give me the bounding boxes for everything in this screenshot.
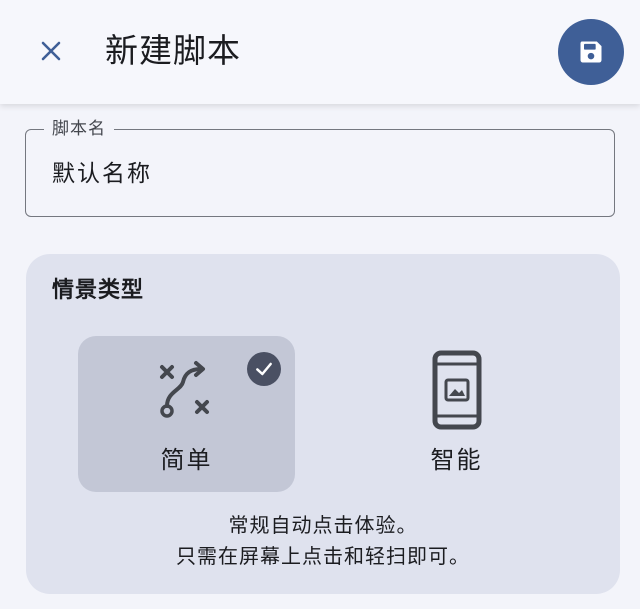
close-icon xyxy=(41,41,61,61)
option-smart[interactable]: 智能 xyxy=(348,336,565,492)
save-icon xyxy=(580,41,602,63)
scenario-type-card: 情景类型 简单 智能 常规自动点击体验。 只需在屏幕上点击和轻扫即可。 xyxy=(26,254,620,594)
script-name-label: 脚本名 xyxy=(44,117,114,141)
option-simple[interactable]: 简单 xyxy=(78,336,295,492)
route-icon xyxy=(159,361,209,418)
scenario-type-title: 情景类型 xyxy=(52,278,145,303)
option-simple-label: 简单 xyxy=(160,446,213,474)
phone-image-icon xyxy=(432,350,481,430)
check-icon xyxy=(256,362,272,376)
scenario-description: 常规自动点击体验。 只需在屏幕上点击和轻扫即可。 xyxy=(26,510,620,572)
description-line: 常规自动点击体验。 xyxy=(228,513,418,537)
app-bar: 新建脚本 xyxy=(0,0,640,104)
script-name-input[interactable]: 默认名称 xyxy=(52,158,152,190)
script-name-field[interactable]: 脚本名 默认名称 xyxy=(25,117,615,217)
description-line: 只需在屏幕上点击和轻扫即可。 xyxy=(176,544,470,568)
option-smart-label: 智能 xyxy=(430,446,483,474)
selected-check-badge xyxy=(247,352,281,386)
close-button[interactable] xyxy=(26,26,76,76)
save-button[interactable] xyxy=(558,19,624,85)
page-title: 新建脚本 xyxy=(105,31,241,70)
